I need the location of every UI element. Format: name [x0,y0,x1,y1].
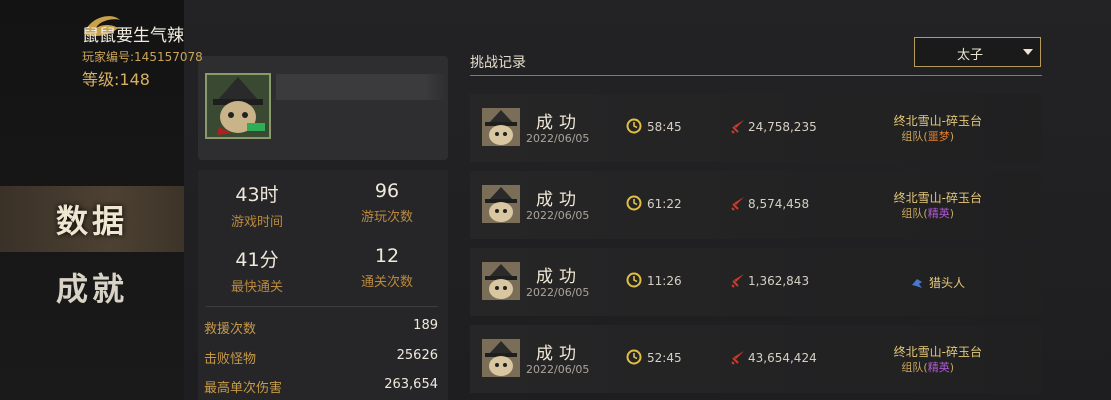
record-damage: 43,654,424 [748,351,817,365]
record-time: 52:45 [647,351,682,365]
stat-value: 41分 [235,249,279,271]
record-row[interactable]: 成功 2022/06/05 61:22 8,574,458 终北雪山-碎玉台 组队(精英) [470,171,1042,239]
stat-label: 通关次数 [360,275,413,290]
sword-icon [729,118,747,136]
crow-icon [910,275,924,289]
record-time: 61:22 [647,197,682,211]
clock-icon [626,349,642,365]
team-prefix: 组队( [901,207,928,220]
record-date: 2022/06/05 [526,132,590,145]
stat-row-rescues: 救援次数 189 [204,318,438,338]
record-damage: 24,758,235 [748,120,817,134]
record-team-mode: 组队(噩梦) [901,128,954,144]
clock-icon [626,195,642,211]
sword-icon [729,272,747,290]
record-date: 2022/06/05 [526,209,590,222]
clock-icon [626,272,642,288]
record-location: 终北雪山-碎玉台 [893,191,982,205]
record-row[interactable]: 成功 2022/06/05 52:45 43,654,424 终北雪山-碎玉台 组队(精英… [470,325,1042,393]
stat-row-value: 263,654 [384,377,438,392]
record-damage: 1,362,843 [748,274,810,288]
character-filter-dropdown[interactable]: 太子 [914,37,1041,67]
record-result: 成功 [536,113,582,133]
dropdown-selected-value: 太子 [957,48,984,63]
record-team-mode: 组队(精英) [901,205,954,221]
record-damage: 8,574,458 [748,197,810,211]
sidebar-item-data[interactable]: 数据 [0,186,184,252]
chevron-down-icon [1023,49,1033,55]
team-difficulty: 噩梦 [927,130,950,143]
sidebar-item-achievements[interactable]: 成就 [0,254,184,320]
record-result: 成功 [536,344,582,364]
stats-divider [206,306,438,307]
stat-label: 游戏时间 [230,215,283,230]
stat-value: 96 [374,180,400,202]
team-prefix: 组队( [901,361,928,374]
stat-row-label: 击败怪物 [204,352,257,367]
stat-label: 游玩次数 [360,210,413,225]
name-strip [276,74,446,100]
clock-icon [626,118,642,134]
record-date: 2022/06/05 [526,363,590,376]
player-level: 等级:148 [82,70,150,89]
record-time: 58:45 [647,120,682,134]
stat-row-label: 最高单次伤害 [204,381,283,396]
record-result: 成功 [536,190,582,210]
player-id: 玩家编号:145157078 [82,50,203,64]
records-divider [470,75,1042,76]
stat-clear-count: 12 通关次数 [327,245,447,290]
sword-icon [729,349,747,367]
record-avatar [482,185,520,223]
records-title: 挑战记录 [470,55,526,71]
stat-fastest-clear: 41分 最快通关 [197,245,317,295]
stat-row-max-damage: 最高单次伤害 263,654 [204,377,438,397]
record-location: 终北雪山-碎玉台 [893,345,982,359]
record-row[interactable]: 成功 2022/06/05 58:45 24,758,235 终北雪山-碎玉台 组队(噩梦… [470,94,1042,162]
stat-play-time: 43时 游戏时间 [197,180,317,230]
stat-row-label: 救援次数 [204,322,257,337]
stat-row-kills: 击败怪物 25626 [204,348,438,368]
record-row[interactable]: 成功 2022/06/05 11:26 1,362,843 猎头人 [470,248,1042,316]
team-prefix: 组队( [901,130,928,143]
player-card [198,56,448,160]
stat-label: 最快通关 [230,280,283,295]
sword-icon [729,195,747,213]
record-result: 成功 [536,267,582,287]
sidebar-item-label: 成就 [55,270,128,308]
record-location: 终北雪山-碎玉台 [893,114,982,128]
stat-play-count: 96 游玩次数 [327,180,447,225]
team-difficulty: 精英 [927,207,950,220]
player-avatar[interactable] [205,73,271,139]
stat-value: 43时 [235,184,279,206]
team-difficulty: 精英 [927,361,950,374]
record-team-mode: 组队(精英) [901,359,954,375]
record-avatar [482,339,520,377]
record-boss-name: 猎头人 [929,276,966,290]
team-suffix: ) [949,207,954,220]
record-time: 11:26 [647,274,682,288]
stat-row-value: 189 [413,318,438,333]
stat-row-value: 25626 [396,348,438,363]
record-avatar [482,262,520,300]
stat-value: 12 [374,245,400,267]
sidebar-item-label: 数据 [55,202,128,240]
record-date: 2022/06/05 [526,286,590,299]
team-suffix: ) [949,361,954,374]
player-name: 鼠鼠要生气辣 [82,26,184,46]
record-avatar [482,108,520,146]
cat-wizard-icon [207,75,269,137]
team-suffix: ) [949,130,954,143]
